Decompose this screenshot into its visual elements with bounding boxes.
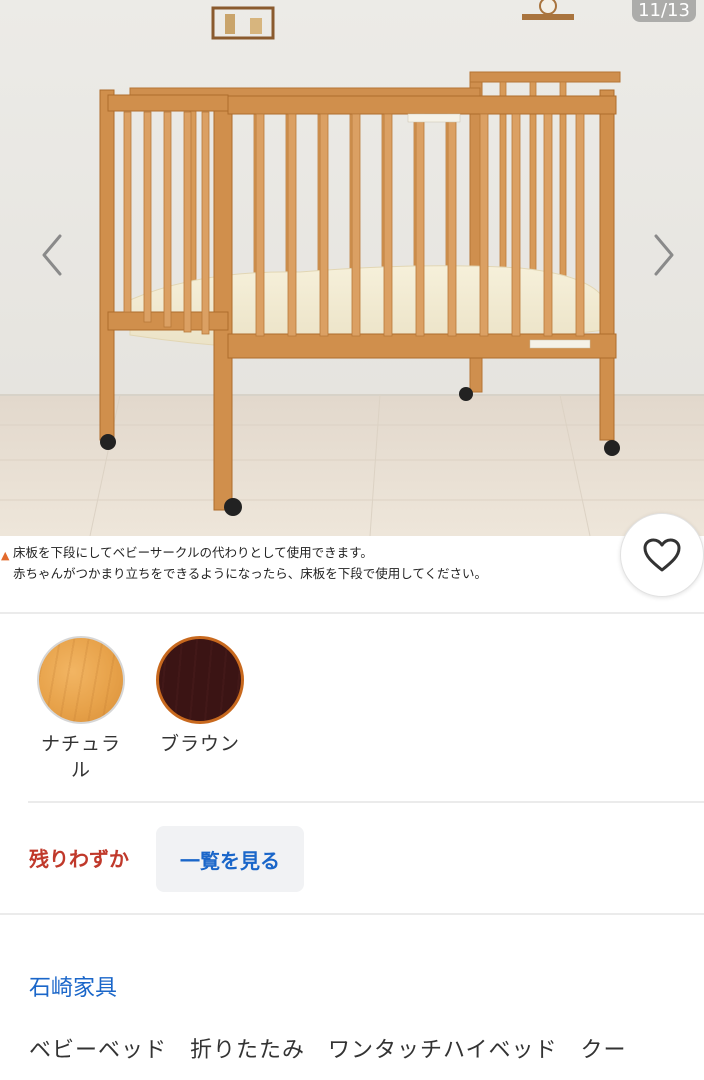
- variant-label: ナチュラル: [40, 733, 121, 781]
- brown-wood-swatch: [156, 636, 244, 724]
- divider: [0, 612, 704, 614]
- variant-natural[interactable]: ナチュラル: [34, 636, 128, 783]
- chevron-right-icon: [654, 234, 674, 276]
- view-all-button[interactable]: 一覧を見る: [156, 826, 304, 892]
- stock-status: 残りわずか: [29, 847, 129, 871]
- caption-line-1: 床板を下段にしてベビーサークルの代わりとして使用できます。: [13, 545, 373, 560]
- image-carousel[interactable]: 11/13 ▲ 床板を下段にしてベビーサークルの代わりとして使用できます。 赤ち…: [0, 0, 704, 610]
- image-caption: ▲ 床板を下段にしてベビーサークルの代わりとして使用できます。 赤ちゃんがつかま…: [0, 542, 640, 584]
- chevron-left-icon: [42, 234, 62, 276]
- warning-icon: ▲: [1, 549, 10, 562]
- variant-label: ブラウン: [159, 733, 240, 755]
- heart-icon: [643, 538, 681, 572]
- image-counter: 11/13: [632, 0, 696, 22]
- divider: [28, 801, 704, 803]
- favorite-button[interactable]: [620, 513, 704, 597]
- product-title: ベビーベッド 折りたたみ ワンタッチハイベッド クー: [29, 1038, 627, 1063]
- caption-line-2: 赤ちゃんがつかまり立ちをできるようになったら、床板を下段で使用してください。: [13, 566, 488, 581]
- variant-brown[interactable]: ブラウン: [153, 636, 247, 757]
- brand-link[interactable]: 石崎家具: [29, 972, 117, 1006]
- divider: [0, 913, 704, 915]
- previous-image-button[interactable]: [34, 232, 74, 278]
- product-photo[interactable]: [0, 0, 704, 536]
- next-image-button[interactable]: [644, 232, 684, 278]
- natural-wood-swatch: [37, 636, 125, 724]
